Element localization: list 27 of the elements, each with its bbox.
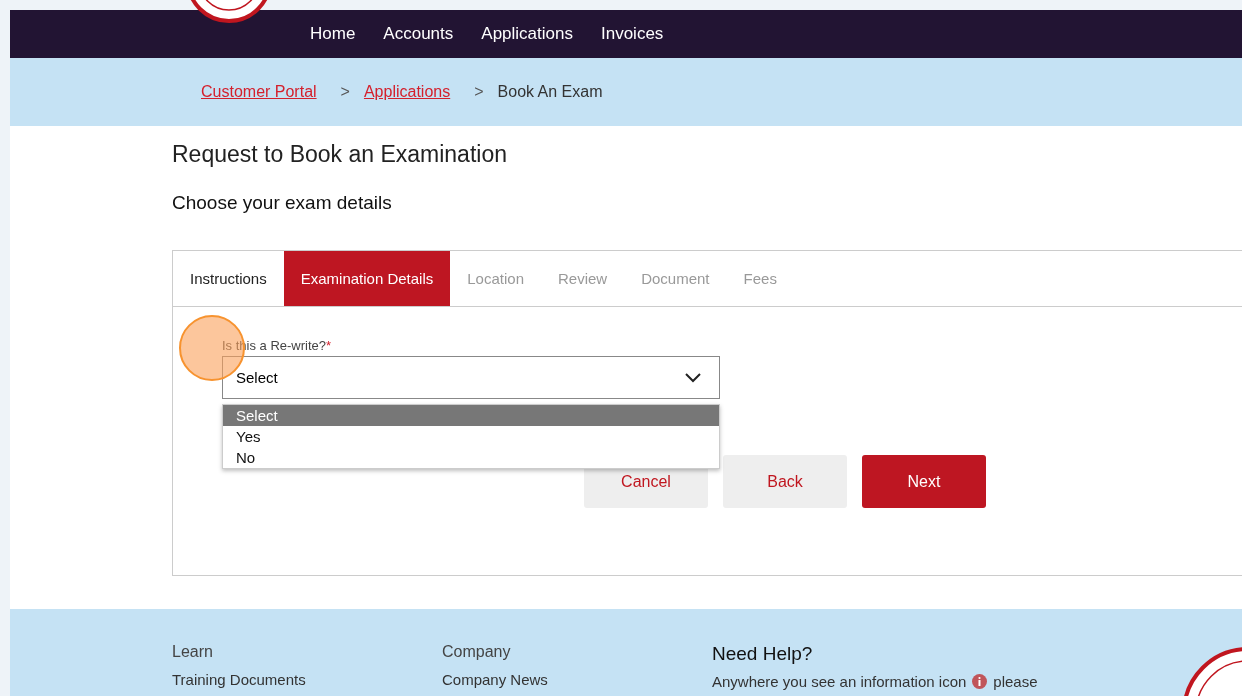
footer-heading: Learn [172, 643, 214, 661]
footer-heading: Company [442, 643, 512, 661]
breadcrumb-link[interactable]: Applications [363, 83, 451, 101]
step-tab[interactable]: Instructions [173, 251, 284, 306]
form-button[interactable]: Next [862, 455, 986, 508]
help-text: please [993, 673, 1038, 690]
nav-link[interactable]: Invoices [592, 24, 672, 44]
chevron-down-icon [685, 372, 701, 383]
form-button[interactable]: Back [723, 455, 847, 508]
breadcrumb-separator: > [340, 83, 350, 101]
nav-link[interactable]: Applications [473, 24, 581, 44]
nav-link[interactable]: Accounts [375, 24, 462, 44]
footer-link[interactable]: Company News [442, 671, 712, 688]
section-subtitle: Choose your exam details [172, 192, 393, 214]
dropdown-option[interactable]: Select [223, 405, 719, 426]
breadcrumb-separator: > [474, 83, 484, 101]
page-title: Request to Book an Examination [172, 140, 508, 169]
step-tab[interactable]: Examination Details [283, 251, 451, 306]
nav-link[interactable]: Home [302, 24, 364, 44]
footer-link[interactable]: Training Documents [172, 671, 442, 688]
breadcrumb-current: Book An Exam [497, 83, 603, 101]
select-field[interactable]: Select [222, 356, 720, 399]
info-icon [972, 674, 988, 689]
breadcrumb-link[interactable]: Customer Portal [201, 83, 317, 101]
help-heading: Need Help? [712, 643, 814, 665]
dropdown-option[interactable]: Yes [223, 426, 719, 447]
help-text: Anywhere you see an information icon [712, 673, 967, 690]
